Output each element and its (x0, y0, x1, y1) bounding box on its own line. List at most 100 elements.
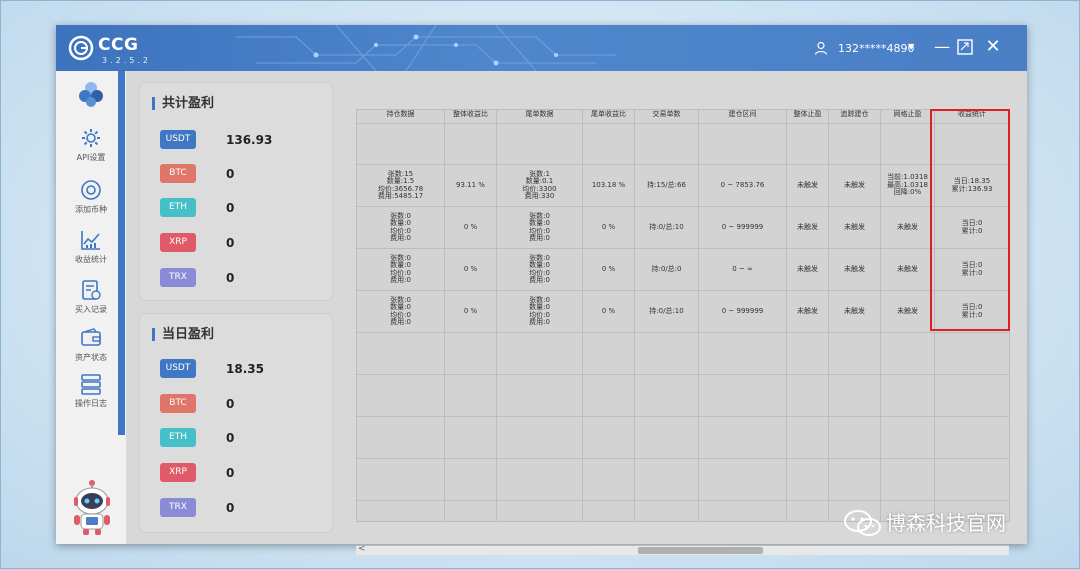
sidebar-item-api-settings[interactable]: API设置 (62, 127, 120, 163)
maximize-button[interactable] (956, 38, 974, 56)
table-cell: 0 % (444, 248, 497, 291)
table-cell (698, 374, 787, 417)
sidebar-item-add-coin[interactable]: 添加币种 (62, 179, 120, 215)
coin-row: ETH 0 (160, 198, 330, 220)
table-cell (356, 416, 445, 459)
table-cell: 未触发 (828, 164, 881, 207)
table-cell (786, 332, 829, 375)
app-version: 3.2.5.2 (102, 56, 151, 65)
app-window: CCG 3.2.5.2 132*****4890 ▼ — ✕ API设置 添加币… (56, 25, 1027, 555)
chevron-down-icon[interactable]: ▼ (908, 42, 914, 51)
table-cell: 0 ~ 7853.76 (698, 164, 787, 207)
scroll-thumb[interactable] (638, 547, 763, 554)
coin-badge: BTC (160, 394, 196, 413)
table-header-row: 持仓数据 整体收益比 尾单数据 尾单收益比 交易单数 建仓区间 整体止盈 追踪建… (356, 109, 1010, 124)
table-cell: 张数:0 数量:0 均价:0 费用:0 (356, 290, 445, 333)
robot-mascot-icon (74, 480, 110, 535)
minimize-button[interactable]: — (932, 37, 952, 57)
app-name: CCG (98, 35, 139, 55)
table-cell (786, 416, 829, 459)
table-cell (634, 416, 699, 459)
table-cell: 当日:0 累计:0 (934, 248, 1010, 291)
column-header[interactable]: 持仓数据 (356, 109, 445, 124)
table-cell: 当前:1.0318 最高:1.0318 回降:0% (880, 164, 935, 207)
table-cell (356, 374, 445, 417)
table-cell (828, 332, 881, 375)
column-header[interactable]: 网格止盈 (880, 109, 935, 124)
table-row[interactable] (356, 332, 1010, 375)
coin-value: 0 (226, 271, 235, 285)
strategy-table: 持仓数据 整体收益比 尾单数据 尾单收益比 交易单数 建仓区间 整体止盈 追踪建… (356, 109, 1010, 522)
column-header[interactable]: 交易单数 (634, 109, 699, 124)
table-cell: 张数:0 数量:0 均价:0 费用:0 (496, 248, 583, 291)
column-header[interactable]: 整体止盈 (786, 109, 829, 124)
table-cell (880, 416, 935, 459)
table-cell: 未触发 (828, 290, 881, 333)
horizontal-scrollbar[interactable]: < (356, 544, 1009, 555)
coin-badge: BTC (160, 164, 196, 183)
table-cell: 持:0/总:10 (634, 206, 699, 249)
column-header[interactable]: 追踪建仓 (828, 109, 881, 124)
total-profit-panel: 共计盈利 USDT 136.93 BTC 0 ETH 0 XRP 0 TRX 0 (139, 82, 333, 301)
table-row[interactable]: 张数:15 数量:1.5 均价:3656.78 费用:5485.17 93.11 … (356, 164, 1010, 207)
log-icon (81, 374, 101, 395)
table-cell: 未触发 (828, 248, 881, 291)
table-cell (934, 332, 1010, 375)
table-cell (786, 374, 829, 417)
column-header[interactable]: 建仓区间 (698, 109, 787, 124)
sidebar-item-label: 资产状态 (75, 353, 107, 362)
circuit-decoration (236, 25, 616, 71)
user-account[interactable]: 132*****4890 (838, 42, 915, 55)
table-cell (634, 332, 699, 375)
table-cell: 张数:1 数量:0.1 均价:3300 费用:330 (496, 164, 583, 207)
close-button[interactable]: ✕ (983, 37, 1003, 57)
table-cell: 当日:0 累计:0 (934, 290, 1010, 333)
table-cell: 0 ~ ∞ (698, 248, 787, 291)
table-cell: 0 % (444, 290, 497, 333)
table-cell: 0 % (582, 290, 635, 333)
coin-badge: USDT (160, 130, 196, 149)
coin-value: 0 (226, 167, 235, 181)
sidebar-item-asset-status[interactable]: 资产状态 (62, 327, 120, 363)
coin-row: XRP 0 (160, 233, 330, 255)
coin-row: USDT 136.93 (160, 130, 330, 152)
sidebar-item-operation-log[interactable]: 操作日志 (62, 373, 120, 409)
table-row[interactable] (356, 123, 1010, 165)
wallet-icon (81, 328, 101, 346)
coin-value: 0 (226, 236, 235, 250)
sidebar-item-buy-records[interactable]: 买入记录 (62, 279, 120, 315)
coin-badge: USDT (160, 359, 196, 378)
table-cell: 当日:18.35 累计:136.93 (934, 164, 1010, 207)
column-header[interactable]: 收益统计 (934, 109, 1010, 124)
column-header[interactable]: 尾单数据 (496, 109, 583, 124)
table-cell: 当日:0 累计:0 (934, 206, 1010, 249)
table-row[interactable] (356, 416, 1010, 459)
table-cell: 未触发 (880, 290, 935, 333)
column-header[interactable]: 整体收益比 (444, 109, 497, 124)
table-cell: 93.11 % (444, 164, 497, 207)
gear-icon (82, 129, 100, 147)
coin-badge: TRX (160, 498, 196, 517)
table-row[interactable]: 张数:0 数量:0 均价:0 费用:0 0 % 张数:0 数量:0 均价:0 费用:… (356, 290, 1010, 333)
table-row[interactable]: 张数:0 数量:0 均价:0 费用:0 0 % 张数:0 数量:0 均价:0 费用:… (356, 206, 1010, 249)
scroll-left-arrow[interactable]: < (358, 544, 366, 554)
column-header[interactable]: 尾单收益比 (582, 109, 635, 124)
table-cell: 张数:0 数量:0 均价:0 费用:0 (496, 290, 583, 333)
user-icon[interactable] (814, 41, 828, 55)
table-cell (828, 416, 881, 459)
table-cell: 0 ~ 999999 (698, 290, 787, 333)
table-cell: 103.18 % (582, 164, 635, 207)
table-row[interactable] (356, 374, 1010, 417)
sidebar-item-label: 买入记录 (75, 305, 107, 314)
table-row[interactable]: 张数:0 数量:0 均价:0 费用:0 0 % 张数:0 数量:0 均价:0 费用:… (356, 248, 1010, 291)
table-cell (582, 416, 635, 459)
table-cell: 持:0/总:0 (634, 248, 699, 291)
strategy-table-area: 持仓数据 整体收益比 尾单数据 尾单收益比 交易单数 建仓区间 整体止盈 追踪建… (345, 71, 1027, 555)
table-cell: 张数:0 数量:0 均价:0 费用:0 (496, 206, 583, 249)
table-row[interactable] (356, 458, 1010, 501)
sidebar-item-profit-stats[interactable]: 收益统计 (62, 229, 120, 265)
table-cell (786, 500, 829, 522)
coin-value: 18.35 (226, 362, 264, 376)
coin-row: ETH 0 (160, 428, 330, 450)
table-cell: 未触发 (786, 206, 829, 249)
